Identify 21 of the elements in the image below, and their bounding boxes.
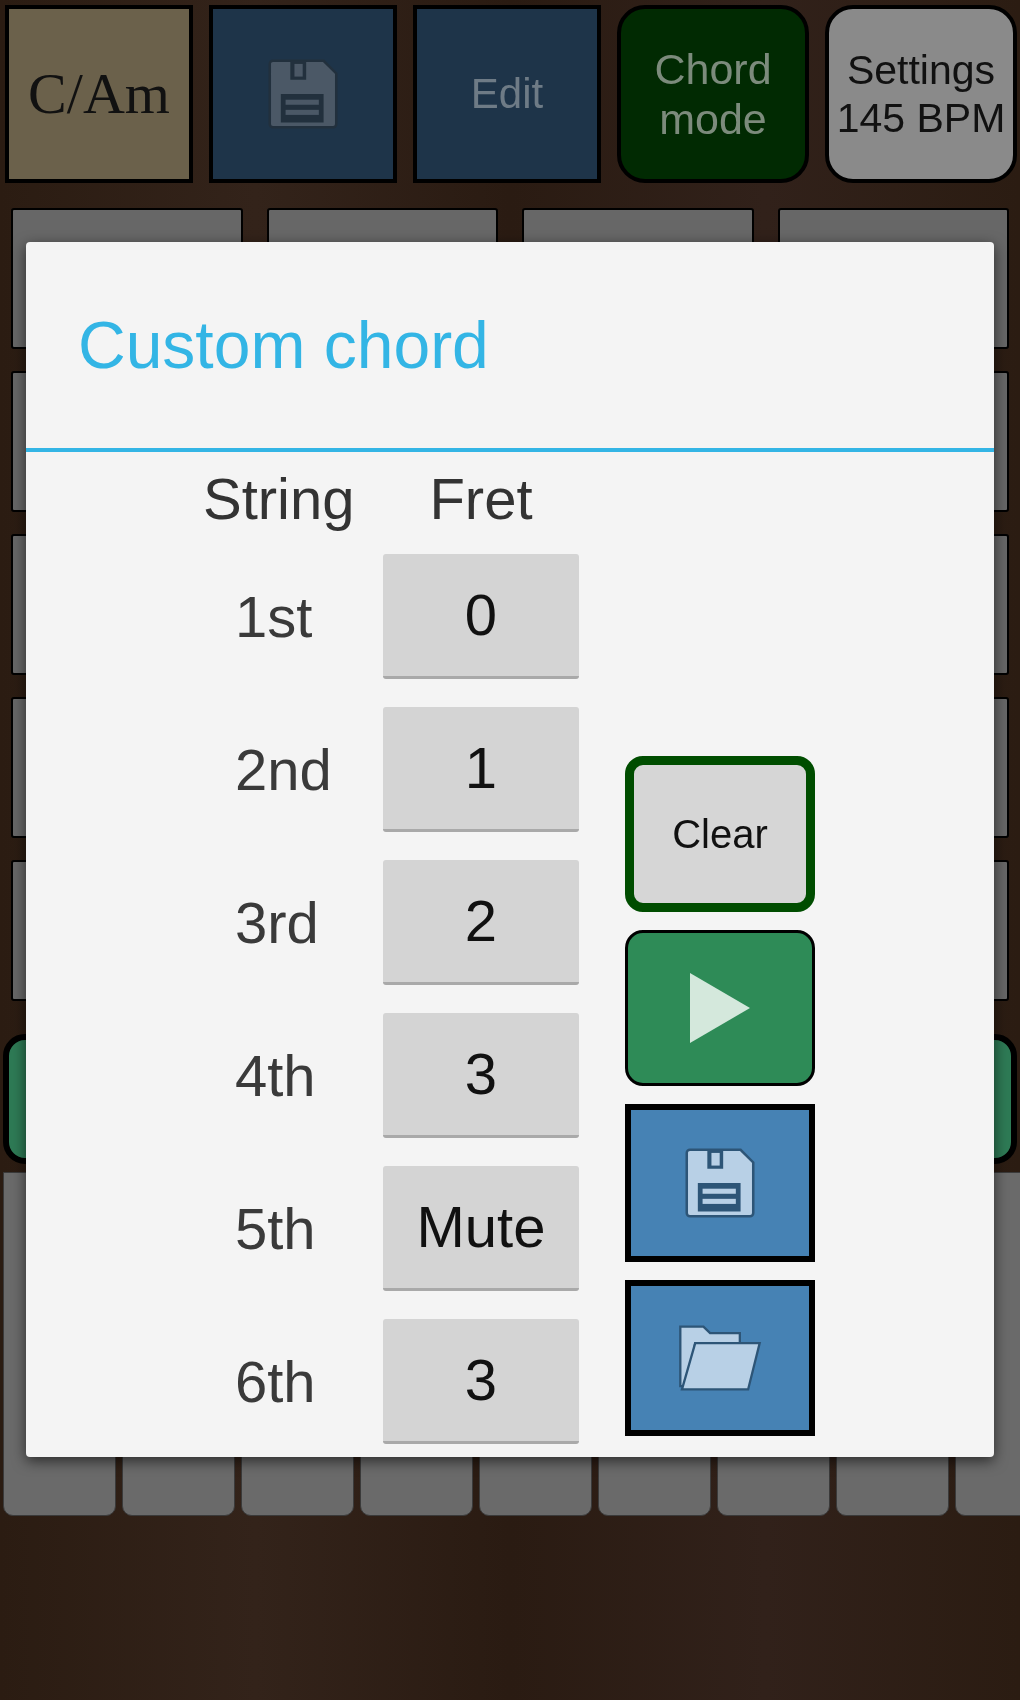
fret-button[interactable]: 3 (383, 1319, 579, 1444)
clear-button[interactable]: Clear (625, 756, 815, 912)
string-label: 5th (235, 1199, 316, 1258)
string-label: 4th (235, 1046, 316, 1105)
string-label: 2nd (235, 740, 332, 799)
fret-button[interactable]: 3 (383, 1013, 579, 1138)
string-label: 1st (235, 587, 313, 646)
fret-button[interactable]: Mute (383, 1166, 579, 1291)
settings-button[interactable]: Settings 145 BPM (825, 5, 1017, 183)
fret-button[interactable]: 2 (383, 860, 579, 985)
string-label: 6th (235, 1352, 316, 1411)
string-label: 3rd (235, 893, 319, 952)
save-button[interactable] (625, 1104, 815, 1262)
dialog-title: Custom chord (78, 312, 489, 378)
play-icon (690, 973, 750, 1043)
play-button[interactable] (625, 930, 815, 1086)
folder-icon (677, 1323, 763, 1393)
column-header: Fret (429, 470, 533, 528)
open-button[interactable] (625, 1280, 815, 1436)
fret-button[interactable]: 1 (383, 707, 579, 832)
fret-button[interactable]: 0 (383, 554, 579, 679)
